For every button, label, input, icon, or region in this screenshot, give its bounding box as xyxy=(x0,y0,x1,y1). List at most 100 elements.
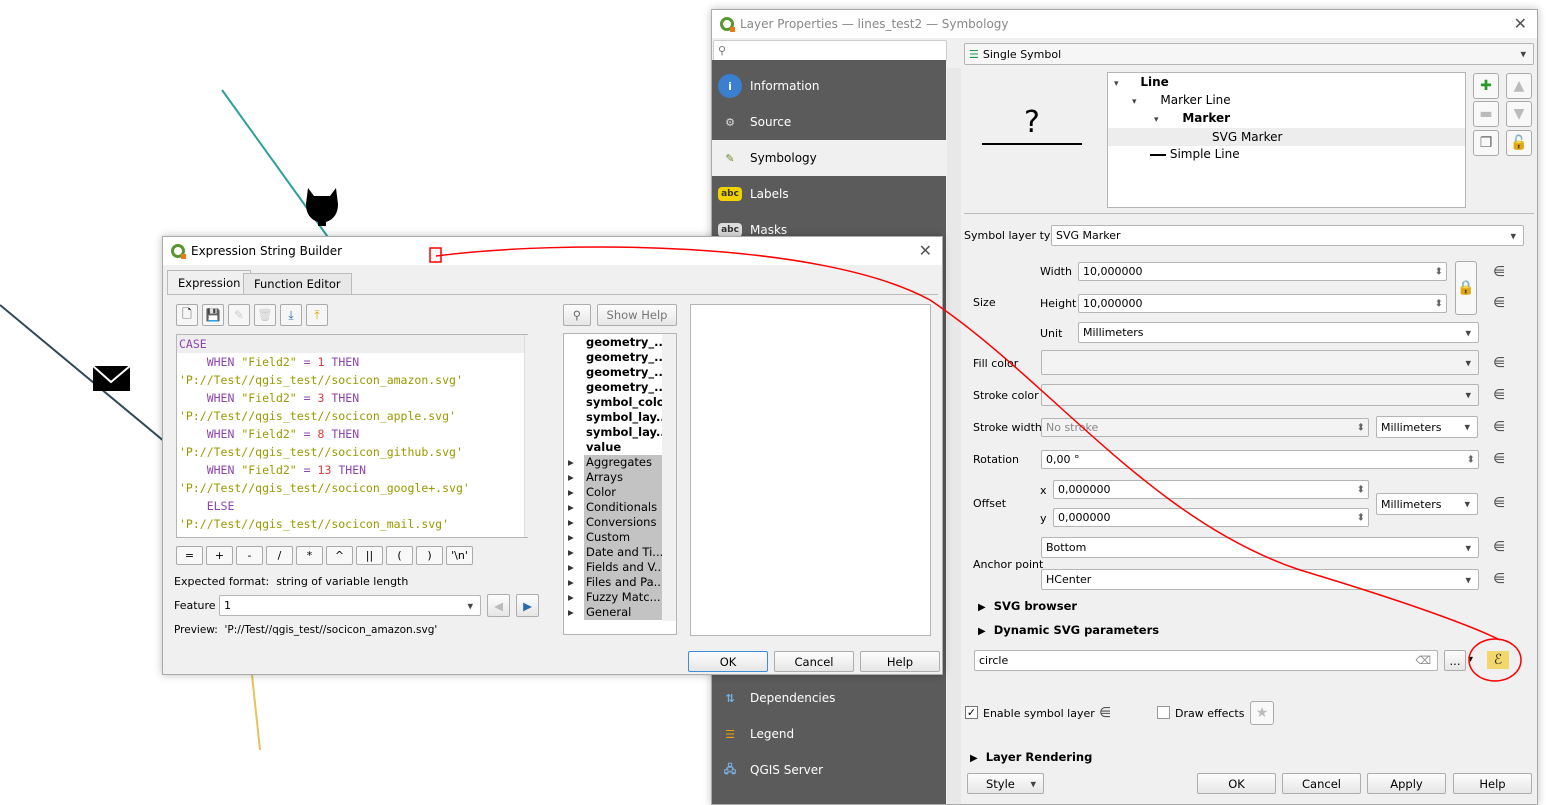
offset-y-input[interactable]: 0,000000 xyxy=(1053,508,1369,527)
expression-editor[interactable]: CASE WHEN "Field2" = 1 THEN 'P://Test//qg… xyxy=(176,334,528,538)
tree-item-line[interactable]: ▾ Line xyxy=(1114,75,1169,89)
stroke-width-input[interactable]: No stroke xyxy=(1041,418,1369,437)
import-icon[interactable]: ⤓ xyxy=(280,304,302,326)
tree-item-marker[interactable]: ▾ Marker xyxy=(1154,111,1230,125)
svg-path-input[interactable]: circle ⌫ xyxy=(974,650,1438,671)
function-item[interactable]: symbol_lay... xyxy=(564,425,676,440)
save-icon[interactable]: 💾 xyxy=(202,304,224,326)
operator-button[interactable]: '\n' xyxy=(446,546,473,565)
function-list-scrollbar[interactable] xyxy=(662,334,676,621)
anchor-vertical-select[interactable]: Bottom xyxy=(1041,537,1479,558)
expr-help-button[interactable]: Help xyxy=(860,651,940,672)
layer-rendering-section[interactable]: Layer Rendering xyxy=(970,750,1093,764)
fill-color-button[interactable] xyxy=(1041,350,1479,375)
symbol-layer-tree[interactable]: ▾ Line ▾ Marker Line ▾ Marker SVG Marker… xyxy=(1107,72,1466,208)
height-input[interactable]: 10,000000 xyxy=(1078,294,1447,313)
operator-button[interactable]: + xyxy=(206,546,233,565)
dynamic-svg-parameters-section[interactable]: Dynamic SVG parameters xyxy=(978,623,1159,637)
editor-scrollbar[interactable] xyxy=(524,335,539,537)
expression-override-icon[interactable]: ℰ xyxy=(1487,651,1509,669)
offset-unit-select[interactable]: Millimeters xyxy=(1376,493,1478,515)
export-icon[interactable]: ⤒ xyxy=(306,304,328,326)
ok-button[interactable]: OK xyxy=(1197,773,1276,794)
offset-x-input[interactable]: 0,000000 xyxy=(1053,480,1369,499)
sidebar-scrollbar[interactable] xyxy=(947,68,961,804)
apply-button[interactable]: Apply xyxy=(1367,773,1446,794)
cancel-button[interactable]: Cancel xyxy=(1282,773,1361,794)
operator-button[interactable]: * xyxy=(296,546,323,565)
tree-item-svg-marker[interactable]: SVG Marker xyxy=(1108,128,1465,146)
dropdown-arrow-icon[interactable]: ▾ xyxy=(1468,654,1473,665)
operator-button[interactable]: ( xyxy=(386,546,413,565)
data-defined-override-icon[interactable]: ⋹ xyxy=(1488,354,1510,372)
sidebar-item-information[interactable]: i Information xyxy=(712,68,946,104)
style-button[interactable]: Style xyxy=(967,773,1044,794)
search-input[interactable]: ⚲ xyxy=(713,40,947,61)
sidebar-item-source[interactable]: ⚙ Source xyxy=(712,104,946,140)
tree-item-simple-line[interactable]: Simple Line xyxy=(1150,147,1240,161)
rotation-input[interactable]: 0,00 ° xyxy=(1041,450,1479,469)
feature-select[interactable]: 1 xyxy=(219,595,481,616)
data-defined-override-icon[interactable]: ⋹ xyxy=(1488,538,1510,556)
move-down-button[interactable]: ▼ xyxy=(1506,101,1532,127)
unit-select[interactable]: Millimeters xyxy=(1078,322,1479,343)
effects-star-button[interactable]: ★ xyxy=(1250,701,1274,725)
anchor-horizontal-select[interactable]: HCenter xyxy=(1041,569,1479,590)
previous-feature-button[interactable]: ◀ xyxy=(487,594,510,617)
move-up-button[interactable]: ▲ xyxy=(1506,73,1532,99)
function-item[interactable]: geometry_... xyxy=(564,335,676,350)
tab-function-editor[interactable]: Function Editor xyxy=(243,273,352,294)
operator-button[interactable]: ) xyxy=(416,546,443,565)
clear-icon[interactable]: ⌫ xyxy=(1415,654,1431,667)
stroke-color-button[interactable] xyxy=(1041,384,1479,406)
add-layer-button[interactable]: ✚ xyxy=(1473,73,1499,99)
data-defined-override-icon[interactable]: ⋹ xyxy=(1488,294,1510,312)
lock-aspect-ratio-button[interactable]: 🔒 xyxy=(1455,261,1477,315)
symbol-layer-type-select[interactable]: SVG Marker xyxy=(1051,225,1524,246)
operator-button[interactable]: / xyxy=(266,546,293,565)
sidebar-item-legend[interactable]: ☰ Legend xyxy=(712,716,946,752)
close-icon[interactable]: ✕ xyxy=(1514,14,1527,33)
function-list[interactable]: geometry_... geometry_... geometry_... geom… xyxy=(563,333,677,635)
tree-item-marker-line[interactable]: ▾ Marker Line xyxy=(1132,93,1231,107)
operator-button[interactable]: || xyxy=(356,546,383,565)
expr-cancel-button[interactable]: Cancel xyxy=(774,651,854,672)
operator-button[interactable]: ^ xyxy=(326,546,353,565)
remove-layer-button[interactable]: ▬ xyxy=(1473,101,1499,127)
help-button[interactable]: Help xyxy=(1453,773,1532,794)
stroke-unit-select[interactable]: Millimeters xyxy=(1376,416,1478,438)
sidebar-item-dependencies[interactable]: ⇅ Dependencies xyxy=(712,680,946,716)
data-defined-override-icon[interactable]: ⋹ xyxy=(1488,494,1510,512)
function-item[interactable]: geometry_... xyxy=(564,350,676,365)
function-item[interactable]: value xyxy=(564,440,676,455)
delete-icon[interactable]: 🗑 xyxy=(254,304,276,326)
data-defined-override-icon[interactable]: ⋹ xyxy=(1488,570,1510,588)
close-icon[interactable]: ✕ xyxy=(919,241,932,260)
svg-browser-section[interactable]: SVG browser xyxy=(978,599,1077,613)
sidebar-item-qgis-server[interactable]: 🖧 QGIS Server xyxy=(712,752,946,788)
show-help-button[interactable]: Show Help xyxy=(597,304,677,326)
browse-svg-button[interactable]: ... xyxy=(1444,650,1466,671)
new-file-icon[interactable]: 🗋 xyxy=(176,304,198,326)
data-defined-override-icon[interactable]: ⋹ xyxy=(1488,418,1510,436)
data-defined-override-icon[interactable]: ⋹ xyxy=(1488,386,1510,404)
renderer-select[interactable]: ☰ Single Symbol xyxy=(964,43,1534,65)
next-feature-button[interactable]: ▶ xyxy=(516,594,539,617)
width-input[interactable]: 10,000000 xyxy=(1078,262,1447,281)
data-defined-override-icon[interactable]: ⋹ xyxy=(1094,704,1116,722)
sidebar-item-symbology[interactable]: ✎ Symbology xyxy=(712,140,946,176)
draw-effects-checkbox[interactable] xyxy=(1157,706,1170,719)
operator-button[interactable]: = xyxy=(176,546,203,565)
data-defined-override-icon[interactable]: ⋹ xyxy=(1488,450,1510,468)
sidebar-item-labels[interactable]: abc Labels xyxy=(712,176,946,212)
function-item[interactable]: symbol_lay... xyxy=(564,410,676,425)
enable-symbol-layer-checkbox[interactable]: ✓ xyxy=(965,706,978,719)
duplicate-layer-button[interactable]: ❐ xyxy=(1473,130,1499,156)
function-item[interactable]: geometry_... xyxy=(564,365,676,380)
tab-expression[interactable]: Expression xyxy=(167,270,252,295)
function-item[interactable]: symbol_color xyxy=(564,395,676,410)
data-defined-override-icon[interactable]: ⋹ xyxy=(1488,263,1510,281)
lock-layer-button[interactable]: 🔓 xyxy=(1506,130,1532,156)
expr-ok-button[interactable]: OK xyxy=(688,651,768,672)
function-item[interactable]: geometry_... xyxy=(564,380,676,395)
